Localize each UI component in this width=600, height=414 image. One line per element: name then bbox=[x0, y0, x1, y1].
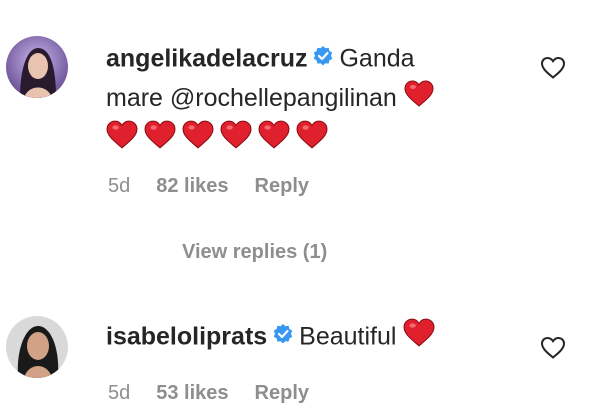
red-heart-emoji-icon bbox=[296, 120, 328, 160]
avatar[interactable] bbox=[6, 36, 68, 98]
reply-button[interactable]: Reply bbox=[255, 175, 309, 198]
red-heart-emoji-icon bbox=[258, 120, 290, 160]
comment-text: isabeloliprats Beautiful bbox=[106, 318, 526, 358]
mention-link[interactable]: @rochellepangilinan bbox=[170, 84, 397, 112]
like-heart-outline-icon[interactable] bbox=[540, 336, 566, 365]
comment-timestamp[interactable]: 5d bbox=[108, 382, 130, 405]
heart-emoji-row bbox=[106, 120, 526, 160]
verified-badge-icon bbox=[313, 40, 333, 76]
avatar-image-icon bbox=[6, 36, 68, 98]
comment-body: Beautiful bbox=[299, 322, 397, 351]
red-heart-emoji-icon bbox=[403, 318, 435, 358]
red-heart-emoji-icon bbox=[182, 120, 214, 160]
comment-line-1: angelikadelacruz Ganda bbox=[106, 40, 526, 80]
verified-badge-icon bbox=[273, 318, 293, 354]
comment-timestamp[interactable]: 5d bbox=[108, 175, 130, 198]
likes-count[interactable]: 53 likes bbox=[156, 382, 228, 405]
username-link[interactable]: isabeloliprats bbox=[106, 323, 267, 351]
red-heart-emoji-icon bbox=[220, 120, 252, 160]
red-heart-emoji-icon bbox=[106, 120, 138, 160]
red-heart-emoji-icon bbox=[404, 80, 434, 118]
comment-text: angelikadelacruz Ganda mare @rochellepang… bbox=[106, 40, 526, 160]
like-heart-outline-icon[interactable] bbox=[540, 56, 566, 85]
username-link[interactable]: angelikadelacruz bbox=[106, 45, 307, 73]
comment-body-word: mare bbox=[106, 84, 163, 112]
red-heart-emoji-icon bbox=[144, 120, 176, 160]
avatar-image-icon bbox=[6, 316, 68, 378]
avatar[interactable] bbox=[6, 316, 68, 378]
comment-body-start: Ganda bbox=[339, 44, 415, 73]
comment-line-2: mare @rochellepangilinan bbox=[106, 80, 526, 118]
reply-button[interactable]: Reply bbox=[255, 382, 309, 405]
view-replies-button[interactable]: View replies (1) bbox=[182, 241, 327, 264]
comment-meta: 5d 82 likes Reply bbox=[108, 175, 309, 198]
likes-count[interactable]: 82 likes bbox=[156, 175, 228, 198]
comment-meta: 5d 53 likes Reply bbox=[108, 382, 309, 405]
